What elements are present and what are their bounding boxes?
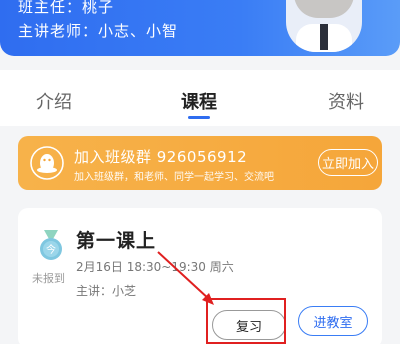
teacher-photo-hair bbox=[294, 0, 354, 18]
medal-text: 今 bbox=[46, 243, 56, 256]
review-button[interactable]: 复习 bbox=[212, 310, 286, 340]
enter-classroom-button[interactable]: 进教室 bbox=[298, 306, 368, 336]
active-tab-indicator bbox=[188, 116, 210, 119]
join-group-title: 加入班级群 926056912 bbox=[74, 148, 248, 166]
tab-materials[interactable]: 资料 bbox=[328, 88, 364, 114]
join-group-subtitle: 加入班级群，和老师、同学一起学习、交流吧 bbox=[74, 172, 274, 183]
tab-courses[interactable]: 课程 bbox=[181, 88, 217, 114]
join-now-button[interactable]: 立即加入 bbox=[318, 149, 378, 176]
lesson-card[interactable]: 今 未报到 第一课上 2月16日 18:30~19:30 周六 主讲：小芝 复习… bbox=[18, 208, 382, 344]
course-page: 班主任：桃子 主讲老师：小志、小智 介绍 课程 资料 加入班级群 9260569… bbox=[0, 0, 400, 344]
teacher-photo-tie bbox=[320, 24, 328, 50]
lesson-title: 第一课上 bbox=[76, 230, 157, 252]
medal-icon: 今 bbox=[40, 230, 62, 260]
join-group-banner[interactable]: 加入班级群 926056912 加入班级群，和老师、同学一起学习、交流吧 立即加… bbox=[18, 136, 382, 190]
tab-bar: 介绍 课程 资料 bbox=[0, 70, 400, 126]
lecturers-text: 主讲老师：小志、小智 bbox=[18, 22, 179, 40]
tab-intro[interactable]: 介绍 bbox=[36, 88, 72, 114]
lesson-teacher: 主讲：小芝 bbox=[76, 284, 137, 298]
teacher-photo bbox=[286, 0, 362, 52]
attendance-status: 未报到 bbox=[32, 272, 65, 285]
course-header-banner: 班主任：桃子 主讲老师：小志、小智 bbox=[0, 0, 400, 56]
qq-penguin-icon bbox=[30, 146, 64, 180]
head-teacher-text: 班主任：桃子 bbox=[18, 0, 115, 16]
lesson-datetime: 2月16日 18:30~19:30 周六 bbox=[76, 260, 234, 274]
